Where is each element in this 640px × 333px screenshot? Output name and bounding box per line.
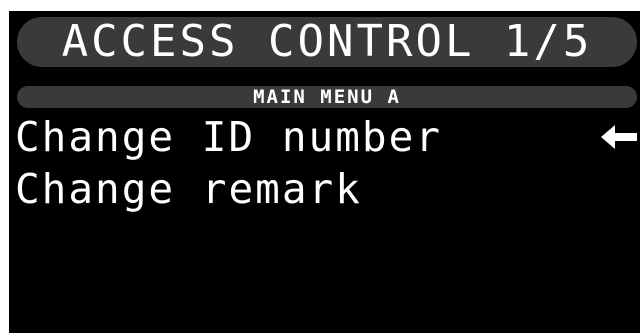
screen-title: ACCESS CONTROL 1/5 [61, 16, 593, 67]
subtitle-bar: MAIN MENU A [17, 86, 637, 108]
title-bar: ACCESS CONTROL 1/5 [17, 17, 637, 67]
lcd-screen: ACCESS CONTROL 1/5 MAIN MENU A Change ID… [9, 11, 640, 333]
menu-item-change-remark[interactable]: Change remark [15, 163, 362, 215]
menu-subtitle: MAIN MENU A [253, 86, 401, 108]
menu-item-change-id-number[interactable]: Change ID number [15, 111, 442, 163]
arrow-left-icon [601, 125, 637, 149]
